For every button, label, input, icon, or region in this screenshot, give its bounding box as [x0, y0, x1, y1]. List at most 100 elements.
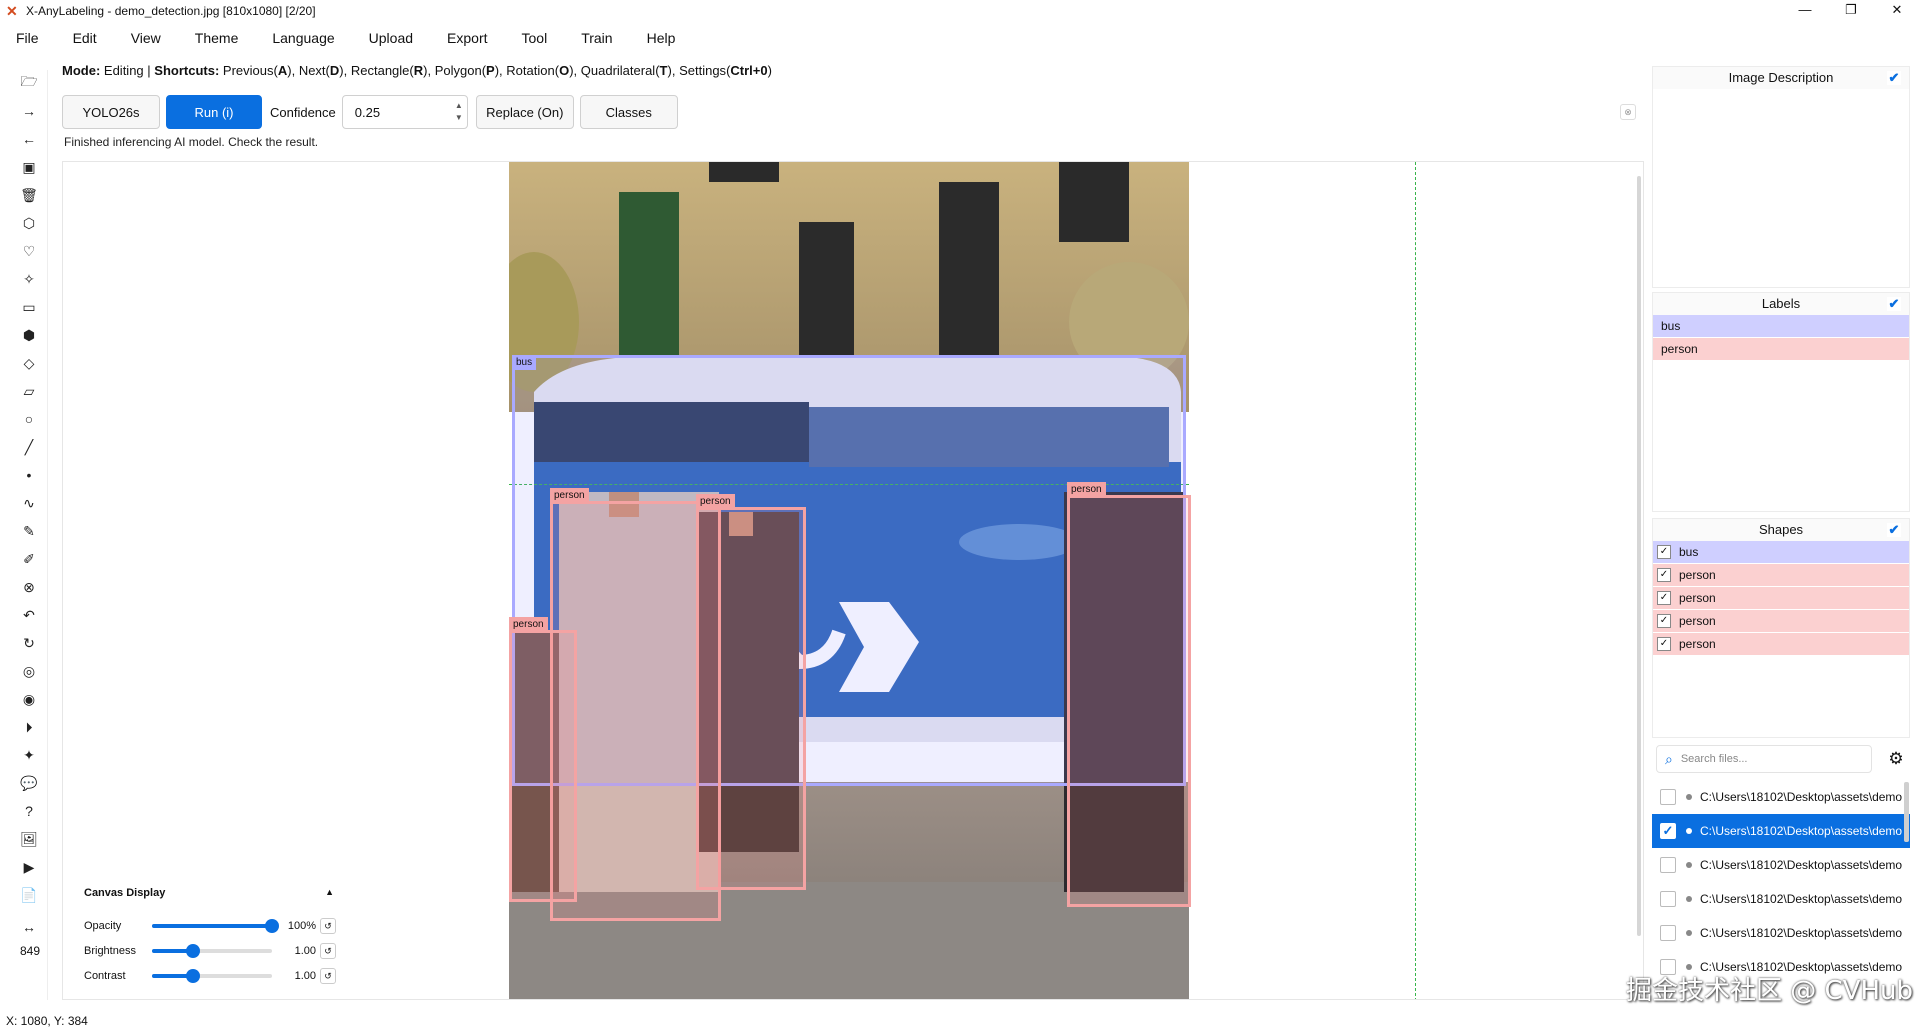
menu-help[interactable]: Help	[631, 26, 694, 50]
shape-label: person	[1679, 637, 1716, 651]
shape-visible-checkbox[interactable]: ✓	[1657, 637, 1671, 651]
shape-item[interactable]: ✓ person	[1653, 564, 1909, 586]
menu-tool[interactable]: Tool	[506, 26, 566, 50]
model-select-button[interactable]: YOLO26s	[62, 95, 160, 129]
polygon-tool-icon[interactable]: ⬡	[20, 214, 38, 232]
cube-tool-icon[interactable]: ⬢	[20, 326, 38, 344]
line-tool-icon[interactable]: ╱	[20, 438, 38, 456]
shape-item[interactable]: ✓ person	[1653, 610, 1909, 632]
circle-tool-icon[interactable]: ○	[20, 410, 38, 428]
gear-icon[interactable]: ⚙	[1886, 749, 1906, 769]
run-button[interactable]: Run (i)	[166, 95, 262, 129]
panel-toggle-checkbox[interactable]: ✔	[1887, 71, 1901, 85]
status-dot-icon	[1686, 794, 1692, 800]
file-checkbox[interactable]	[1660, 857, 1676, 873]
watermark: 掘金技术社区 @ CVHub	[1626, 976, 1914, 1006]
shape-visible-checkbox[interactable]: ✓	[1657, 591, 1671, 605]
label-item-person[interactable]: person	[1653, 338, 1909, 360]
file-search-input[interactable]: ⌕ Search files...	[1656, 745, 1872, 773]
edit-shape-icon[interactable]: ✐	[20, 550, 38, 568]
save-icon[interactable]: ▣	[20, 158, 38, 176]
left-toolbar: 🗁 → ← ▣ 🗑 ⬡ ♡ ✧ ▭ ⬢ ◇ ▱ ○ ╱ • ∿ ✎ ✐ ⊗ ↶ …	[12, 70, 48, 1000]
collapse-caret-icon[interactable]: ▲	[325, 887, 334, 897]
replace-toggle-button[interactable]: Replace (On)	[475, 95, 574, 129]
document-icon[interactable]: 📄	[20, 886, 38, 904]
reset-opacity-icon[interactable]: ↺	[320, 917, 336, 934]
file-list-scrollbar[interactable]	[1904, 782, 1909, 842]
shape-item[interactable]: ✓ person	[1653, 633, 1909, 655]
open-folder-icon[interactable]: 🗁	[20, 73, 38, 92]
quadrilateral-tool-icon[interactable]: ▱	[20, 382, 38, 400]
minimize-button[interactable]: —	[1782, 0, 1828, 22]
panel-title: Labels	[1761, 296, 1801, 311]
undo-icon[interactable]: ↶	[20, 606, 38, 624]
menu-view[interactable]: View	[115, 26, 179, 50]
shape-visible-checkbox[interactable]: ✓	[1657, 614, 1671, 628]
canvas-scrollbar[interactable]	[1637, 176, 1641, 936]
point-tool-icon[interactable]: •	[20, 466, 38, 484]
shape-item[interactable]: ✓ person	[1653, 587, 1909, 609]
spin-arrows-icon[interactable]: ▲ ▼	[455, 100, 463, 124]
file-row[interactable]: C:\Users\18102\Desktop\assets\demo	[1652, 916, 1910, 950]
heart-shape-icon[interactable]: ♡	[20, 242, 38, 260]
video-icon[interactable]: ▶	[20, 858, 38, 876]
redo-icon[interactable]: ↻	[20, 634, 38, 652]
auto-label-icon[interactable]: ✦	[20, 746, 38, 764]
file-row[interactable]: C:\Users\18102\Desktop\assets\demo	[1652, 848, 1910, 882]
maximize-button[interactable]: ❐	[1828, 0, 1874, 22]
file-checkbox[interactable]	[1660, 925, 1676, 941]
shape-item[interactable]: ✓ bus	[1653, 541, 1909, 563]
rectangle-tool-icon[interactable]: ▭	[20, 298, 38, 316]
panel-toggle-checkbox[interactable]: ✔	[1887, 297, 1901, 311]
close-button[interactable]: ✕	[1874, 0, 1920, 22]
file-row[interactable]: C:\Users\18102\Desktop\assets\demo	[1652, 882, 1910, 916]
menu-language[interactable]: Language	[256, 26, 352, 50]
menu-upload[interactable]: Upload	[353, 26, 431, 50]
brush-tool-icon[interactable]: ✎	[20, 522, 38, 540]
close-ai-panel-icon[interactable]: ⊗	[1620, 104, 1636, 120]
menu-edit[interactable]: Edit	[57, 26, 115, 50]
fit-width-icon[interactable]: ↔	[20, 918, 38, 936]
classes-button[interactable]: Classes	[579, 95, 678, 129]
linestrip-tool-icon[interactable]: ∿	[20, 494, 38, 512]
image-icon[interactable]: 🖼	[20, 830, 38, 848]
file-checkbox[interactable]	[1660, 891, 1676, 907]
file-row[interactable]: C:\Users\18102\Desktop\assets\demo	[1652, 780, 1910, 814]
image-canvas[interactable]: bus person person person person	[62, 161, 1644, 1000]
brightness-row: Brightness 1.00 ↺	[84, 938, 338, 963]
chat-icon[interactable]: 💬	[20, 774, 38, 792]
reset-contrast-icon[interactable]: ↺	[320, 967, 336, 984]
bbox-person[interactable]: person	[696, 494, 806, 890]
shape-visible-checkbox[interactable]: ✓	[1657, 568, 1671, 582]
brightness-slider[interactable]	[152, 943, 272, 958]
shortcut-rotation: Rotation(O),	[506, 63, 578, 78]
opacity-slider[interactable]	[152, 918, 279, 933]
remove-shape-icon[interactable]: ⊗	[20, 578, 38, 596]
description-textarea[interactable]	[1653, 89, 1909, 287]
shape-visible-checkbox[interactable]: ✓	[1657, 545, 1671, 559]
rotation-tool-icon[interactable]: ◇	[20, 354, 38, 372]
play-icon[interactable]: ⏵	[20, 718, 38, 736]
menu-theme[interactable]: Theme	[179, 26, 257, 50]
file-row-selected[interactable]: ✓ C:\Users\18102\Desktop\assets\demo	[1652, 814, 1910, 848]
label-item-bus[interactable]: bus	[1653, 315, 1909, 337]
menu-train[interactable]: Train	[565, 26, 630, 50]
select-icon[interactable]: ◎	[20, 662, 38, 680]
reset-brightness-icon[interactable]: ↺	[320, 942, 336, 959]
contrast-slider[interactable]	[152, 968, 272, 983]
file-checkbox[interactable]	[1660, 789, 1676, 805]
shape-label: person	[1679, 614, 1716, 628]
bbox-person[interactable]: person	[1067, 482, 1191, 907]
visibility-icon[interactable]: ◉	[20, 690, 38, 708]
confidence-spinbox[interactable]: 0.25 ▲ ▼	[341, 95, 468, 129]
file-checkbox[interactable]: ✓	[1660, 823, 1676, 839]
next-image-icon[interactable]: →	[20, 102, 38, 120]
magic-wand-icon[interactable]: ✧	[20, 270, 38, 288]
help-icon[interactable]: ?	[20, 802, 38, 820]
prev-image-icon[interactable]: ←	[20, 130, 38, 148]
panel-toggle-checkbox[interactable]: ✔	[1887, 523, 1901, 537]
bbox-person[interactable]: person	[509, 617, 577, 902]
delete-file-icon[interactable]: 🗑	[20, 186, 38, 204]
menu-export[interactable]: Export	[431, 26, 505, 50]
menu-file[interactable]: File	[0, 26, 57, 50]
